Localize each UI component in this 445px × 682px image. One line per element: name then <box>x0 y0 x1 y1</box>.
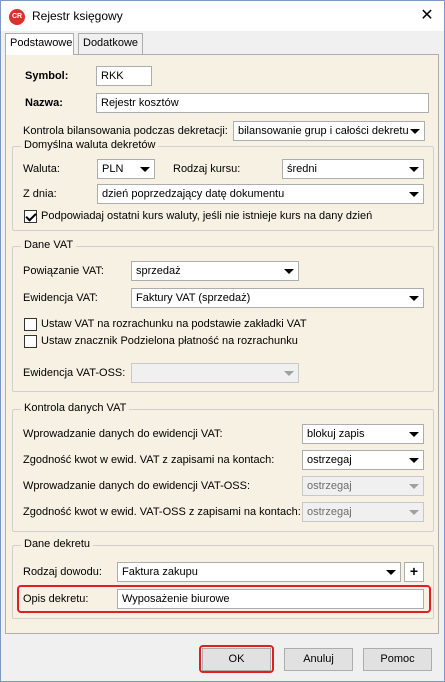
kontrola-vat-group: Kontrola danych VAT Wprowadzanie danych … <box>12 402 434 532</box>
chevron-down-icon <box>409 167 419 172</box>
powiazanie-vat-label: Powiązanie VAT: <box>23 265 104 277</box>
opis-dekretu-label: Opis dekretu: <box>23 593 89 605</box>
nazwa-input[interactable]: Rejestr kosztów <box>96 93 429 113</box>
tab-panel-podstawowe: Symbol: RKK Nazwa: Rejestr kosztów Kontr… <box>5 54 439 634</box>
zgodnosc-oss-select[interactable]: ostrzegaj <box>302 502 424 522</box>
z-dnia-select[interactable]: dzień poprzedzający datę dokumentu <box>97 184 424 204</box>
ustaw-vat-label: Ustaw VAT na rozrachunku na podstawie za… <box>41 318 307 330</box>
chevron-down-icon <box>284 371 294 376</box>
ok-button[interactable]: OK <box>202 648 271 671</box>
zgodnosc-vat-value: ostrzegaj <box>307 454 352 466</box>
app-logo-icon: CR <box>9 9 25 25</box>
wprowadzanie-oss-label: Wprowadzanie danych do ewidencji VAT-OSS… <box>23 480 251 492</box>
chevron-down-icon <box>409 510 419 515</box>
waluta-value: PLN <box>102 163 124 175</box>
ewidencja-vat-value: Faktury VAT (sprzedaż) <box>136 292 251 304</box>
zgodnosc-vat-label: Zgodność kwot w ewid. VAT z zapisami na … <box>23 454 275 466</box>
chevron-down-icon <box>284 269 294 274</box>
waluta-group-title: Domyślna waluta dekretów <box>21 139 159 151</box>
nazwa-label: Nazwa: <box>25 97 63 109</box>
symbol-input[interactable]: RKK <box>96 66 152 86</box>
wprowadzanie-vat-value: blokuj zapis <box>307 428 365 440</box>
ustaw-znacznik-checkbox[interactable] <box>24 335 37 348</box>
chevron-down-icon <box>409 458 419 463</box>
dekret-group: Dane dekretu Rodzaj dowodu: Faktura zaku… <box>12 538 434 619</box>
rodzaj-kursu-select[interactable]: średni <box>282 159 424 179</box>
wprowadzanie-vat-select[interactable]: blokuj zapis <box>302 424 424 444</box>
dekret-group-title: Dane dekretu <box>21 538 94 550</box>
symbol-label: Symbol: <box>25 70 69 82</box>
chevron-down-icon <box>409 432 419 437</box>
kontrola-bilansowania-select[interactable]: bilansowanie grup i całości dekretu <box>233 121 425 141</box>
opis-dekretu-input[interactable]: Wyposażenie biurowe <box>117 589 424 609</box>
chevron-down-icon <box>410 129 420 134</box>
podpowiadaj-checkbox[interactable] <box>24 210 37 223</box>
zgodnosc-oss-label: Zgodność kwot w ewid. VAT-OSS z zapisami… <box>23 506 301 518</box>
ustaw-znacznik-label: Ustaw znacznik Podzielona płatność na ro… <box>41 335 298 347</box>
chevron-down-icon <box>409 484 419 489</box>
vat-group: Dane VAT Powiązanie VAT: sprzedaż Ewiden… <box>12 239 434 392</box>
kontrola-vat-group-title: Kontrola danych VAT <box>21 402 130 414</box>
ewidencja-vat-select[interactable]: Faktury VAT (sprzedaż) <box>131 288 424 308</box>
rodzaj-kursu-label: Rodzaj kursu: <box>173 163 241 175</box>
waluta-label: Waluta: <box>23 163 60 175</box>
ewidencja-vat-label: Ewidencja VAT: <box>23 292 98 304</box>
anuluj-button[interactable]: Anuluj <box>284 648 353 671</box>
chevron-down-icon <box>409 296 419 301</box>
chevron-down-icon <box>409 192 419 197</box>
chevron-down-icon <box>386 570 396 575</box>
vat-group-title: Dane VAT <box>21 239 77 251</box>
close-icon[interactable]: ✕ <box>418 7 436 25</box>
zgodnosc-vat-select[interactable]: ostrzegaj <box>302 450 424 470</box>
rodzaj-dowodu-value: Faktura zakupu <box>122 566 198 578</box>
tab-dodatkowe[interactable]: Dodatkowe <box>78 33 143 54</box>
z-dnia-value: dzień poprzedzający datę dokumentu <box>102 188 285 200</box>
waluta-group: Domyślna waluta dekretów Waluta: PLN Rod… <box>12 139 434 231</box>
dialog-window: CR Rejestr księgowy ✕ Podstawowe Dodatko… <box>0 0 445 682</box>
powiazanie-vat-select[interactable]: sprzedaż <box>131 261 299 281</box>
tab-podstawowe[interactable]: Podstawowe <box>5 33 74 55</box>
podpowiadaj-label: Podpowiadaj ostatni kurs waluty, jeśli n… <box>41 210 373 222</box>
wprowadzanie-oss-select[interactable]: ostrzegaj <box>302 476 424 496</box>
wprowadzanie-vat-label: Wprowadzanie danych do ewidencji VAT: <box>23 428 223 440</box>
rodzaj-kursu-value: średni <box>287 163 317 175</box>
ustaw-vat-checkbox[interactable] <box>24 318 37 331</box>
window-title: Rejestr księgowy <box>32 9 123 23</box>
ewidencja-oss-label: Ewidencja VAT-OSS: <box>23 367 126 379</box>
title-bar: CR Rejestr księgowy ✕ <box>1 1 444 31</box>
z-dnia-label: Z dnia: <box>23 188 57 200</box>
zgodnosc-oss-value: ostrzegaj <box>307 506 352 518</box>
wprowadzanie-oss-value: ostrzegaj <box>307 480 352 492</box>
kontrola-bilansowania-label: Kontrola bilansowania podczas dekretacji… <box>23 125 228 137</box>
rodzaj-dowodu-label: Rodzaj dowodu: <box>23 566 102 578</box>
add-rodzaj-button[interactable]: + <box>404 562 424 582</box>
ewidencja-oss-select[interactable] <box>131 363 299 383</box>
chevron-down-icon <box>140 167 150 172</box>
kontrola-bilansowania-value: bilansowanie grup i całości dekretu <box>238 125 409 137</box>
rodzaj-dowodu-select[interactable]: Faktura zakupu <box>117 562 401 582</box>
waluta-select[interactable]: PLN <box>97 159 155 179</box>
pomoc-button[interactable]: Pomoc <box>363 648 432 671</box>
powiazanie-vat-value: sprzedaż <box>136 265 181 277</box>
